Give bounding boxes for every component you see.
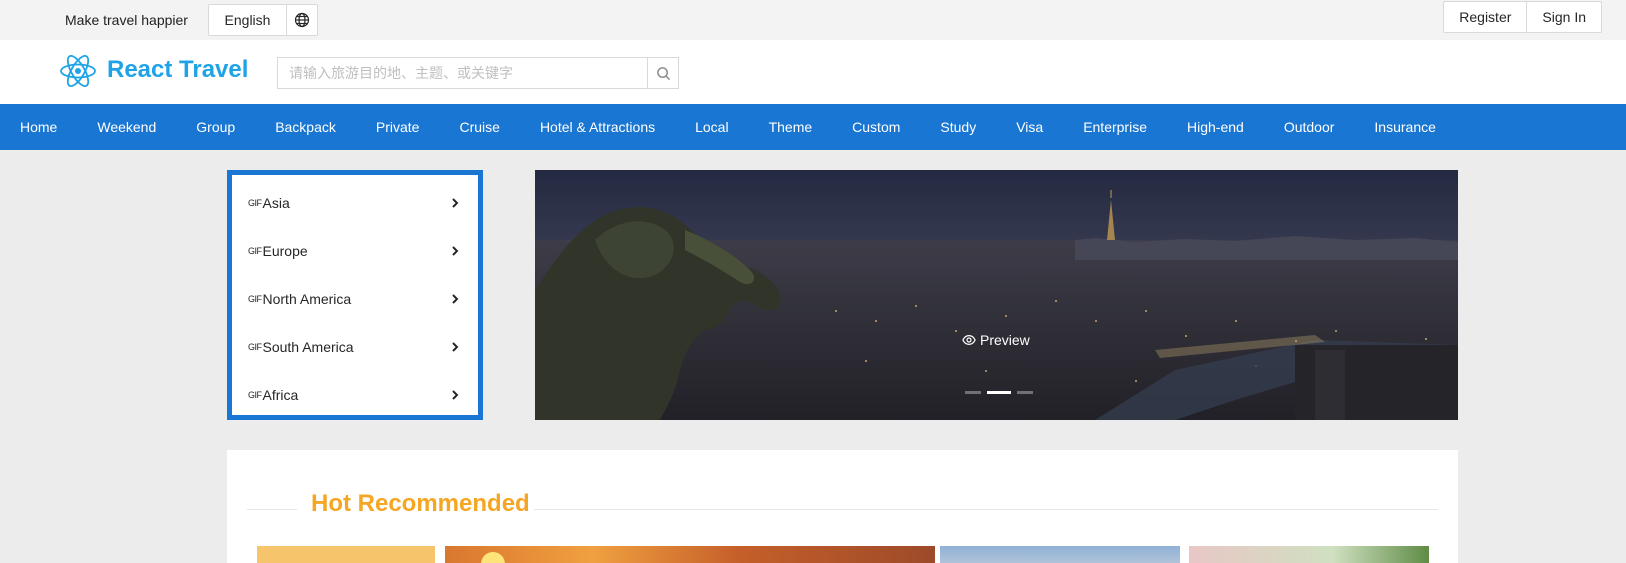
sign-in-button[interactable]: Sign In <box>1526 2 1601 32</box>
gif-icon: GIF <box>248 342 262 352</box>
brand-title[interactable]: React Travel <box>107 56 248 84</box>
language-button[interactable]: English <box>209 5 287 35</box>
side-menu-label: Africa <box>262 387 299 403</box>
nav-item-cruise[interactable]: Cruise <box>439 104 519 150</box>
globe-icon[interactable] <box>287 5 317 35</box>
nav-item-local[interactable]: Local <box>675 104 748 150</box>
side-menu-item-africa[interactable]: GIF Africa <box>232 371 478 419</box>
product-card[interactable] <box>1189 546 1429 563</box>
product-card[interactable] <box>257 546 435 563</box>
preview-label: Preview <box>980 332 1030 348</box>
header: React Travel <box>0 40 1626 104</box>
search-button[interactable] <box>647 57 679 89</box>
side-menu-item-north-america[interactable]: GIF North America <box>232 275 478 323</box>
nav-item-insurance[interactable]: Insurance <box>1354 104 1455 150</box>
nav-item-enterprise[interactable]: Enterprise <box>1063 104 1167 150</box>
carousel-dot-active[interactable] <box>987 391 1011 394</box>
region-side-menu: GIF Asia GIF Europe GIF North America GI… <box>227 170 483 420</box>
gif-icon: GIF <box>248 246 262 256</box>
main-nav: Home Weekend Group Backpack Private Crui… <box>0 104 1626 150</box>
carousel-dot[interactable] <box>1017 391 1033 394</box>
chevron-right-icon <box>452 294 459 304</box>
side-menu-label: South America <box>262 339 354 355</box>
gif-icon: GIF <box>248 390 262 400</box>
react-logo-icon[interactable] <box>59 52 97 90</box>
side-menu-label: Europe <box>262 243 308 259</box>
side-menu-item-asia[interactable]: GIF Asia <box>232 179 478 227</box>
chevron-right-icon <box>452 390 459 400</box>
preview-overlay[interactable]: Preview <box>962 332 1030 348</box>
carousel-dots <box>965 391 1033 394</box>
carousel-dot[interactable] <box>965 391 981 394</box>
auth-buttons: Register Sign In <box>1443 1 1602 33</box>
nav-item-study[interactable]: Study <box>920 104 996 150</box>
search-icon <box>656 66 670 80</box>
hot-recommended-section: Hot Recommended <box>227 450 1458 563</box>
nav-item-group[interactable]: Group <box>176 104 255 150</box>
nav-item-backpack[interactable]: Backpack <box>255 104 356 150</box>
search-input[interactable] <box>277 57 647 89</box>
eye-icon <box>962 335 976 345</box>
gif-icon: GIF <box>248 198 262 208</box>
product-card[interactable] <box>940 546 1180 563</box>
chevron-right-icon <box>452 246 459 256</box>
nav-item-high-end[interactable]: High-end <box>1167 104 1264 150</box>
nav-item-outdoor[interactable]: Outdoor <box>1264 104 1355 150</box>
chevron-right-icon <box>452 342 459 352</box>
slogan: Make travel happier <box>65 12 188 28</box>
language-dropdown[interactable]: English <box>208 4 318 36</box>
nav-item-weekend[interactable]: Weekend <box>77 104 176 150</box>
nav-item-home[interactable]: Home <box>0 104 77 150</box>
divider <box>534 509 1438 510</box>
nav-item-theme[interactable]: Theme <box>749 104 833 150</box>
section-title: Hot Recommended <box>311 490 530 517</box>
nav-item-visa[interactable]: Visa <box>996 104 1063 150</box>
nav-item-hotel-attractions[interactable]: Hotel & Attractions <box>520 104 675 150</box>
gif-icon: GIF <box>248 294 262 304</box>
side-menu-item-south-america[interactable]: GIF South America <box>232 323 478 371</box>
hero-carousel[interactable]: Preview <box>535 170 1458 420</box>
nav-item-private[interactable]: Private <box>356 104 440 150</box>
nav-item-custom[interactable]: Custom <box>832 104 920 150</box>
side-menu-label: North America <box>262 291 352 307</box>
side-menu-item-europe[interactable]: GIF Europe <box>232 227 478 275</box>
register-button[interactable]: Register <box>1444 2 1526 32</box>
search-bar <box>277 57 679 89</box>
sun-image <box>481 552 505 563</box>
side-menu-label: Asia <box>262 195 290 211</box>
chevron-right-icon <box>452 198 459 208</box>
top-bar: Make travel happier English Register Sig… <box>0 0 1626 40</box>
divider <box>247 509 297 510</box>
carousel-image <box>535 170 1458 420</box>
product-card[interactable] <box>445 546 935 563</box>
